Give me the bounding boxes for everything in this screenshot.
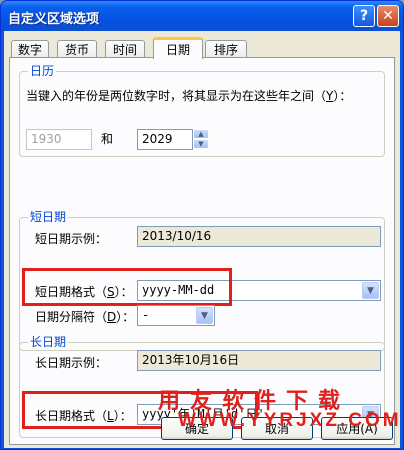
help-icon: ? <box>359 8 369 24</box>
window-title: 自定义区域选项 <box>8 12 100 27</box>
date-separator-combo[interactable]: - ▼ <box>137 305 215 326</box>
tab-currency[interactable]: 货币 <box>57 40 97 58</box>
from-year-field: 1930 <box>26 129 92 150</box>
tab-date[interactable]: 日期 <box>153 37 203 59</box>
dialog-window: 自定义区域选项 ? ✕ 数字 货币 时间 日期 排序 日历 当键入的年份是两位数… <box>0 0 404 450</box>
to-year-spinner[interactable]: ▲ ▼ <box>193 129 209 150</box>
watermark-url: WWW.YYRJXZ.COM <box>178 410 402 431</box>
to-year-field[interactable]: 2029 <box>137 129 193 150</box>
tab-number[interactable]: 数字 <box>11 40 49 58</box>
chevron-down-icon[interactable]: ▼ <box>362 282 379 299</box>
short-date-group-title: 短日期 <box>28 210 69 224</box>
calendar-group-title: 日历 <box>28 64 57 78</box>
long-date-sample-label: 长日期示例： <box>35 356 108 370</box>
spin-up-icon[interactable]: ▲ <box>193 129 209 139</box>
date-separator-value: - <box>142 308 150 322</box>
two-digit-year-description: 当键入的年份是两位数字时，将其显示为在这些年之间（Y）： <box>26 89 352 103</box>
close-button[interactable]: ✕ <box>377 5 399 27</box>
close-icon: ✕ <box>382 8 394 24</box>
long-date-sample-field: 2013年10月16日 <box>137 350 381 371</box>
chevron-down-icon[interactable]: ▼ <box>196 307 213 324</box>
spin-down-icon[interactable]: ▼ <box>193 139 209 149</box>
tab-time[interactable]: 时间 <box>105 40 145 58</box>
tab-sorting[interactable]: 排序 <box>205 40 247 58</box>
long-date-group-title: 长日期 <box>28 335 69 349</box>
short-date-sample-label: 短日期示例： <box>35 232 108 246</box>
short-date-sample-field: 2013/10/16 <box>137 226 381 247</box>
and-label: 和 <box>101 132 114 146</box>
help-button[interactable]: ? <box>353 5 375 27</box>
title-bar[interactable]: 自定义区域选项 ? ✕ <box>1 1 403 31</box>
short-date-format-highlight <box>22 268 232 306</box>
date-separator-label: 日期分隔符（D）： <box>35 310 135 324</box>
